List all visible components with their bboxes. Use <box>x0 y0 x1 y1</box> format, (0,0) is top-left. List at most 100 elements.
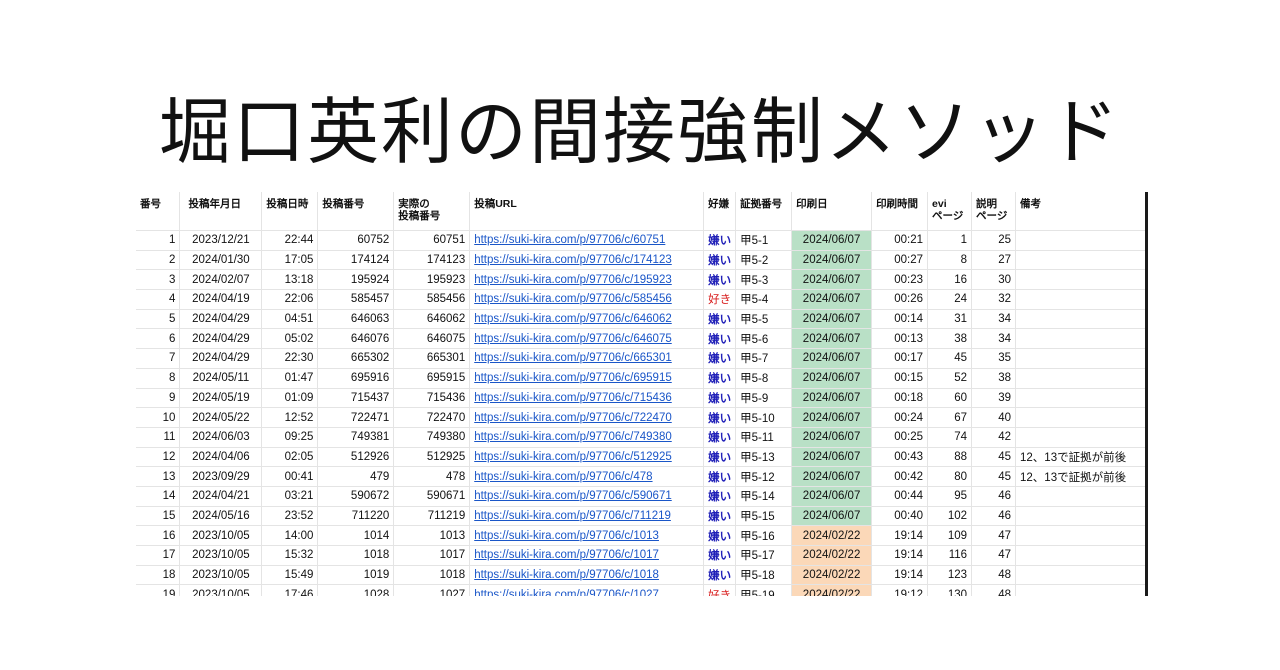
cell-note[interactable] <box>1015 230 1148 251</box>
cell-evi-page[interactable]: 45 <box>927 348 973 369</box>
cell-time[interactable]: 14:00 <box>261 525 319 546</box>
cell-note[interactable]: 12、13で証拠が前後 <box>1015 447 1148 468</box>
cell-evi-page[interactable]: 24 <box>927 289 973 310</box>
cell-evi-page[interactable]: 31 <box>927 309 973 330</box>
cell-evidence-number[interactable]: 甲5-6 <box>735 328 793 350</box>
header-preference[interactable]: 好嫌 <box>703 192 737 231</box>
cell-desc-page[interactable]: 34 <box>971 309 1017 330</box>
header-print-date[interactable]: 印刷日 <box>791 192 873 231</box>
cell-no[interactable]: 3 <box>136 269 181 291</box>
cell-desc-page[interactable]: 45 <box>971 447 1017 468</box>
cell-post-number[interactable]: 585457 <box>317 289 395 310</box>
header-url[interactable]: 投稿URL <box>469 192 705 231</box>
cell-actual-post-number[interactable]: 722470 <box>393 407 471 428</box>
cell-preference[interactable]: 嫌い <box>703 230 737 251</box>
cell-print-time[interactable]: 00:42 <box>871 466 929 487</box>
cell-time[interactable]: 22:44 <box>261 230 319 251</box>
cell-url[interactable]: https://suki-kira.com/p/97706/c/585456 <box>469 289 705 310</box>
cell-evi-page[interactable]: 80 <box>927 466 973 487</box>
cell-post-number[interactable]: 60752 <box>317 230 395 251</box>
cell-print-date[interactable]: 2024/06/07 <box>791 427 873 448</box>
cell-actual-post-number[interactable]: 1013 <box>393 525 471 546</box>
cell-desc-page[interactable]: 25 <box>971 230 1017 251</box>
cell-print-date[interactable]: 2024/06/07 <box>791 407 873 428</box>
cell-post-number[interactable]: 1028 <box>317 584 395 596</box>
cell-evi-page[interactable]: 123 <box>927 565 973 586</box>
cell-date[interactable]: 2024/04/19 <box>179 289 263 310</box>
cell-date[interactable]: 2024/04/21 <box>179 486 263 507</box>
cell-date[interactable]: 2023/09/29 <box>179 466 263 487</box>
cell-note[interactable] <box>1015 525 1148 546</box>
cell-time[interactable]: 09:25 <box>261 427 319 448</box>
cell-actual-post-number[interactable]: 1027 <box>393 584 471 596</box>
cell-evidence-number[interactable]: 甲5-14 <box>735 486 793 507</box>
cell-time[interactable]: 23:52 <box>261 506 319 527</box>
cell-desc-page[interactable]: 47 <box>971 545 1017 566</box>
cell-evidence-number[interactable]: 甲5-11 <box>735 427 793 448</box>
cell-evidence-number[interactable]: 甲5-13 <box>735 447 793 468</box>
cell-evidence-number[interactable]: 甲5-12 <box>735 466 793 487</box>
cell-desc-page[interactable]: 35 <box>971 348 1017 369</box>
cell-evi-page[interactable]: 116 <box>927 545 973 566</box>
cell-evi-page[interactable]: 130 <box>927 584 973 596</box>
cell-print-time[interactable]: 00:18 <box>871 388 929 409</box>
cell-preference[interactable]: 嫌い <box>703 466 737 487</box>
cell-no[interactable]: 6 <box>136 328 181 350</box>
cell-actual-post-number[interactable]: 695915 <box>393 368 471 389</box>
cell-date[interactable]: 2024/05/16 <box>179 506 263 527</box>
cell-no[interactable]: 12 <box>136 447 181 468</box>
cell-print-time[interactable]: 00:26 <box>871 289 929 310</box>
cell-print-date[interactable]: 2024/06/07 <box>791 466 873 487</box>
header-actual-post-number[interactable]: 実際の 投稿番号 <box>393 192 471 231</box>
cell-date[interactable]: 2023/10/05 <box>179 565 263 586</box>
cell-url[interactable]: https://suki-kira.com/p/97706/c/715436 <box>469 388 705 409</box>
cell-desc-page[interactable]: 42 <box>971 427 1017 448</box>
cell-time[interactable]: 01:09 <box>261 388 319 409</box>
cell-note[interactable] <box>1015 250 1148 271</box>
cell-print-time[interactable]: 00:21 <box>871 230 929 251</box>
cell-post-number[interactable]: 665302 <box>317 348 395 369</box>
cell-preference[interactable]: 嫌い <box>703 427 737 448</box>
cell-date[interactable]: 2023/12/21 <box>179 230 263 251</box>
header-evidence-number[interactable]: 証拠番号 <box>735 192 793 231</box>
cell-date[interactable]: 2024/04/29 <box>179 309 263 330</box>
cell-url[interactable]: https://suki-kira.com/p/97706/c/722470 <box>469 407 705 428</box>
cell-post-number[interactable]: 590672 <box>317 486 395 507</box>
cell-no[interactable]: 13 <box>136 466 181 487</box>
cell-print-time[interactable]: 00:15 <box>871 368 929 389</box>
cell-evi-page[interactable]: 8 <box>927 250 973 271</box>
cell-actual-post-number[interactable]: 1017 <box>393 545 471 566</box>
cell-print-time[interactable]: 00:24 <box>871 407 929 428</box>
cell-time[interactable]: 17:46 <box>261 584 319 596</box>
cell-print-date[interactable]: 2024/06/07 <box>791 328 873 350</box>
cell-print-time[interactable]: 00:17 <box>871 348 929 369</box>
cell-note[interactable] <box>1015 506 1148 527</box>
cell-url[interactable]: https://suki-kira.com/p/97706/c/1013 <box>469 525 705 546</box>
cell-print-date[interactable]: 2024/06/07 <box>791 486 873 507</box>
cell-preference[interactable]: 嫌い <box>703 328 737 350</box>
cell-time[interactable]: 12:52 <box>261 407 319 428</box>
cell-evi-page[interactable]: 52 <box>927 368 973 389</box>
cell-date[interactable]: 2024/05/11 <box>179 368 263 389</box>
cell-preference[interactable]: 嫌い <box>703 506 737 527</box>
cell-post-number[interactable]: 711220 <box>317 506 395 527</box>
cell-note[interactable] <box>1015 486 1148 507</box>
cell-time[interactable]: 22:30 <box>261 348 319 369</box>
cell-url[interactable]: https://suki-kira.com/p/97706/c/1018 <box>469 565 705 586</box>
cell-print-date[interactable]: 2024/06/07 <box>791 447 873 468</box>
header-date[interactable]: 投稿年月日 <box>179 192 263 231</box>
cell-actual-post-number[interactable]: 585456 <box>393 289 471 310</box>
cell-post-number[interactable]: 195924 <box>317 269 395 291</box>
cell-print-date[interactable]: 2024/06/07 <box>791 368 873 389</box>
cell-print-time[interactable]: 19:14 <box>871 565 929 586</box>
header-post-number[interactable]: 投稿番号 <box>317 192 395 231</box>
cell-print-date[interactable]: 2024/02/22 <box>791 565 873 586</box>
cell-no[interactable]: 5 <box>136 309 181 330</box>
cell-url[interactable]: https://suki-kira.com/p/97706/c/749380 <box>469 427 705 448</box>
cell-actual-post-number[interactable]: 646075 <box>393 328 471 350</box>
cell-note[interactable] <box>1015 269 1148 291</box>
cell-actual-post-number[interactable]: 478 <box>393 466 471 487</box>
cell-desc-page[interactable]: 38 <box>971 368 1017 389</box>
cell-no[interactable]: 8 <box>136 368 181 389</box>
cell-evi-page[interactable]: 60 <box>927 388 973 409</box>
